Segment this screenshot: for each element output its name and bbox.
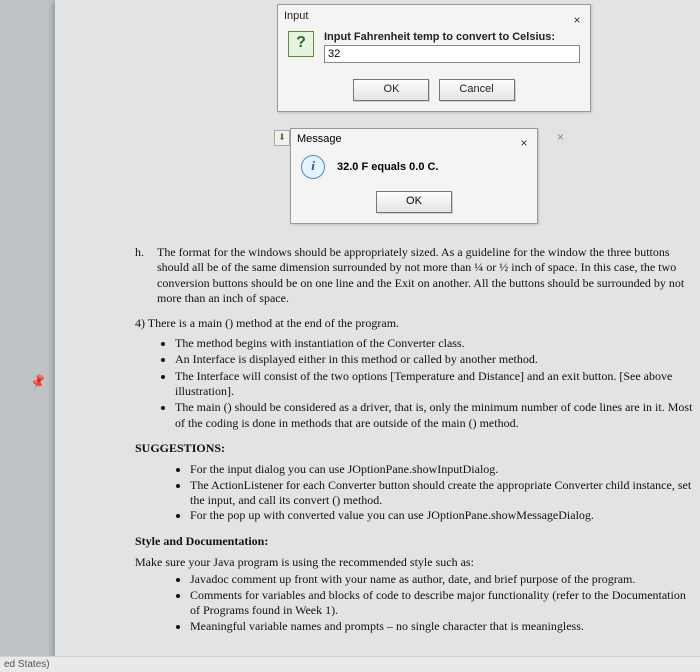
paragraph-4: 4) There is a main () method at the end … [135, 316, 695, 331]
info-icon: i [301, 155, 325, 179]
list-item: Javadoc comment up front with your name … [190, 572, 695, 587]
list-item: The Interface will consist of the two op… [175, 369, 695, 400]
close-icon: × [557, 130, 564, 144]
cancel-button[interactable]: Cancel [439, 79, 515, 101]
document-body: h. The format for the windows should be … [135, 245, 695, 644]
paragraph-h: The format for the windows should be app… [157, 245, 695, 306]
status-text: ed States) [4, 659, 50, 670]
document-page: Input × ? Input Fahrenheit temp to conve… [55, 0, 700, 656]
message-text: 32.0 F equals 0.0 C. [337, 161, 439, 173]
question-icon: ? [288, 31, 314, 57]
list-item: The main () should be considered as a dr… [175, 400, 695, 431]
window-anchor-icon: ⬇ [274, 130, 290, 146]
list-item: For the input dialog you can use JOption… [190, 462, 695, 477]
list-4: The method begins with instantiation of … [135, 336, 695, 431]
heading-suggestions: SUGGESTIONS: [135, 441, 695, 456]
list-marker-h: h. [135, 245, 157, 306]
message-dialog-titlebar: Message × [291, 129, 537, 149]
fahrenheit-input[interactable] [324, 45, 580, 63]
list-item: The method begins with instantiation of … [175, 336, 695, 351]
list-item: Comments for variables and blocks of cod… [190, 588, 695, 619]
input-dialog-title: Input [284, 10, 308, 22]
close-icon[interactable]: × [517, 133, 531, 147]
input-dialog: Input × ? Input Fahrenheit temp to conve… [277, 4, 591, 112]
list-item: An Interface is displayed either in this… [175, 352, 695, 367]
list-item: The ActionListener for each Converter bu… [190, 478, 695, 509]
close-icon[interactable]: × [570, 9, 584, 23]
list-item: Meaningful variable names and prompts – … [190, 619, 695, 634]
message-dialog-title: Message [297, 133, 342, 145]
list-style: Javadoc comment up front with your name … [135, 572, 695, 633]
list-suggestions: For the input dialog you can use JOption… [135, 462, 695, 523]
status-bar: ed States) [0, 656, 700, 672]
list-item: For the pop up with converted value you … [190, 508, 695, 523]
ok-button[interactable]: OK [376, 191, 452, 213]
input-prompt-label: Input Fahrenheit temp to convert to Cels… [324, 31, 580, 43]
message-dialog: Message × i 32.0 F equals 0.0 C. OK [290, 128, 538, 224]
input-dialog-titlebar: Input × [278, 5, 590, 27]
ok-button[interactable]: OK [353, 79, 429, 101]
paragraph-style-intro: Make sure your Java program is using the… [135, 555, 695, 570]
pushpin-icon: 📌 [28, 373, 46, 391]
heading-style: Style and Documentation: [135, 534, 695, 549]
message-dialog-wrap: × Message × i 32.0 F equals 0.0 C. OK [290, 128, 548, 226]
